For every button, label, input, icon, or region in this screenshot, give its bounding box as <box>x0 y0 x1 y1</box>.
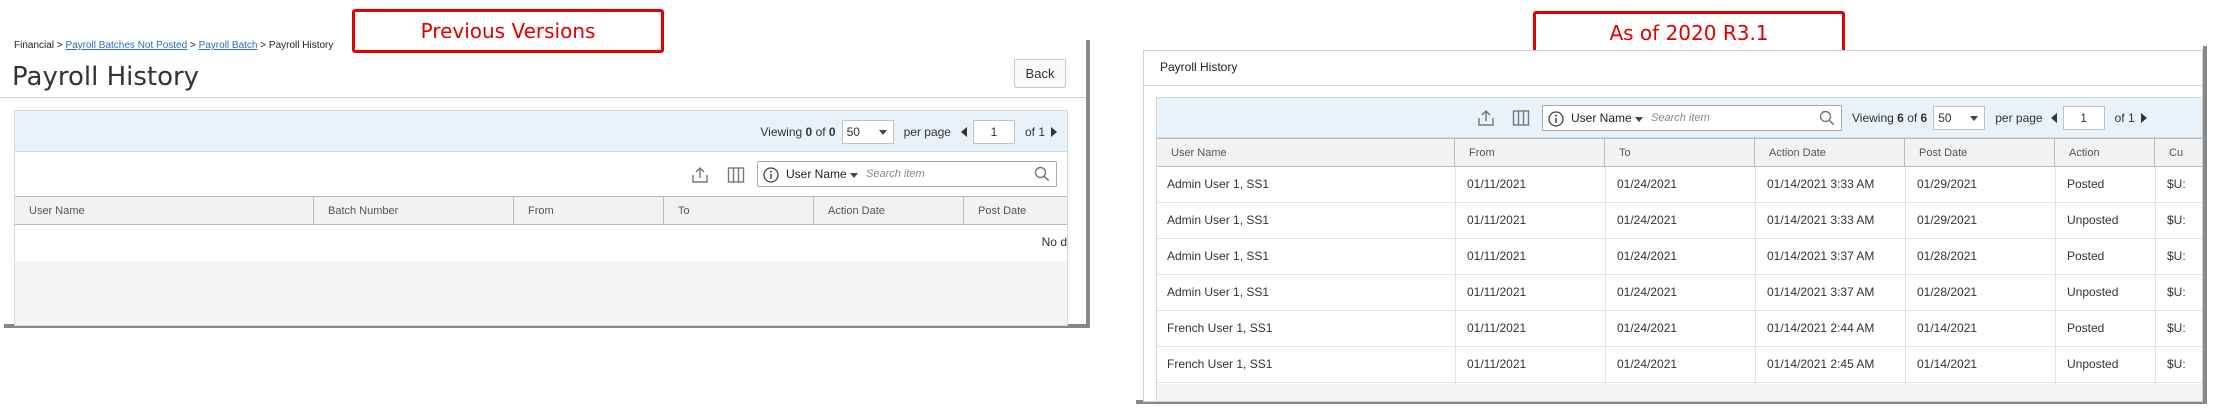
new-grid-panel: User Name Search item Viewing 6 of 6 50 … <box>1156 97 2202 401</box>
info-icon[interactable] <box>1548 111 1564 127</box>
new-column-header-row: User Name From To Action Date Post Date … <box>1157 138 2202 167</box>
column-header-to[interactable]: To <box>1605 139 1755 166</box>
caret-down-icon <box>878 130 887 135</box>
table-row[interactable]: Admin User 1, SS1 01/11/2021 01/24/2021 … <box>1157 167 2202 203</box>
prev-page-icon[interactable] <box>2050 113 2057 123</box>
search-box[interactable]: User Name Search item <box>1542 105 1842 131</box>
new-page-title: Payroll History <box>1160 60 1238 74</box>
old-grid-panel: Viewing 0 of 0 50 per page 1 of 1 User N… <box>14 110 1068 326</box>
viewing-label: Viewing 0 of 0 <box>760 125 836 139</box>
search-input[interactable]: Search item <box>866 168 925 180</box>
export-icon[interactable] <box>691 166 709 184</box>
table-row[interactable]: French User 1, SS1 01/11/2021 01/24/2021… <box>1157 347 2202 383</box>
column-header-user-name[interactable]: User Name <box>15 197 314 224</box>
column-header-user-name[interactable]: User Name <box>1157 139 1455 166</box>
next-page-icon[interactable] <box>2140 113 2147 123</box>
per-page-select[interactable]: 50 <box>1933 106 1986 130</box>
new-pager-bar: User Name Search item Viewing 6 of 6 50 … <box>1157 98 2202 138</box>
search-box[interactable]: User Name Search item <box>757 161 1057 187</box>
caret-down-icon <box>1970 116 1979 121</box>
column-header-action-date[interactable]: Action Date <box>814 197 964 224</box>
column-header-post-date[interactable]: Post Date <box>964 197 1067 224</box>
page-count-label: of 1 <box>2114 111 2135 125</box>
columns-icon[interactable] <box>1512 109 1530 127</box>
table-row[interactable]: Admin User 1, SS1 01/11/2021 01/24/2021 … <box>1157 275 2202 311</box>
empty-grid-message: No d <box>1041 235 1067 249</box>
column-header-currency[interactable]: Cu <box>2155 139 2202 166</box>
table-row[interactable]: Admin User 1, SS1 01/11/2021 01/24/2021 … <box>1157 203 2202 239</box>
columns-icon[interactable] <box>727 166 745 184</box>
per-page-label: per page <box>1995 111 2043 125</box>
per-page-label: per page <box>903 125 951 139</box>
search-input[interactable]: Search item <box>1651 112 1710 124</box>
new-page-panel: Payroll History User Name Search item Vi… <box>1143 50 2203 402</box>
prev-page-icon[interactable] <box>960 127 967 137</box>
next-page-icon[interactable] <box>1051 127 1057 137</box>
info-icon[interactable] <box>763 167 779 183</box>
column-header-from[interactable]: From <box>514 197 664 224</box>
column-header-to[interactable]: To <box>664 197 814 224</box>
search-field-select[interactable]: User Name <box>786 167 859 181</box>
old-column-header-row: User Name Batch Number From To Action Da… <box>15 196 1067 225</box>
column-header-batch-number[interactable]: Batch Number <box>314 197 514 224</box>
per-page-select[interactable]: 50 <box>841 120 894 144</box>
page-input[interactable]: 1 <box>2062 106 2105 130</box>
search-icon[interactable] <box>1034 166 1050 182</box>
column-header-from[interactable]: From <box>1455 139 1605 166</box>
export-icon[interactable] <box>1477 109 1495 127</box>
new-grid-body: Admin User 1, SS1 01/11/2021 01/24/2021 … <box>1157 167 2202 384</box>
viewing-label: Viewing 6 of 6 <box>1852 111 1928 125</box>
caret-down-icon <box>850 173 859 178</box>
table-row[interactable]: Admin User 1, SS1 01/11/2021 01/24/2021 … <box>1157 239 2202 275</box>
page-count-label: of 1 <box>1024 125 1045 139</box>
search-icon[interactable] <box>1819 110 1835 126</box>
old-pager-bar: Viewing 0 of 0 50 per page 1 of 1 <box>15 111 1067 152</box>
column-header-action-date[interactable]: Action Date <box>1755 139 1905 166</box>
page-input[interactable]: 1 <box>972 120 1015 144</box>
search-field-select[interactable]: User Name <box>1571 111 1644 125</box>
table-row[interactable]: French User 1, SS1 01/11/2021 01/24/2021… <box>1157 311 2202 347</box>
column-header-post-date[interactable]: Post Date <box>1905 139 2055 166</box>
caret-down-icon <box>1635 117 1644 122</box>
column-header-action[interactable]: Action <box>2055 139 2155 166</box>
